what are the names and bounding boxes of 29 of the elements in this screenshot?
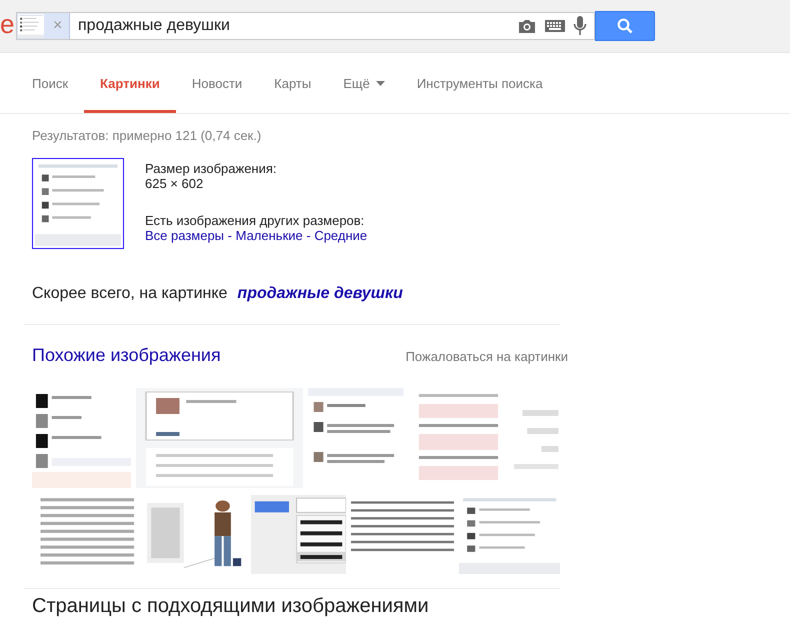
separator: - [305,228,312,243]
logo-fragment: e [0,8,16,40]
similar-images-link[interactable]: Похожие изображения [32,345,221,366]
search-icon [617,18,633,34]
report-link[interactable]: Пожаловаться на картинки [406,349,568,364]
image-chip[interactable]: × [17,13,70,39]
tab[interactable]: Карты [258,53,328,113]
search-button[interactable] [595,11,655,41]
size-value: 625 × 602 [145,176,204,191]
camera-icon [517,18,537,34]
keyboard-icon [545,20,565,32]
size-label: Размер изображения: [145,161,278,176]
best-guess-label: Скорее всего, на картинке [32,285,228,303]
best-guess-link[interactable]: продажные девушки [237,285,403,303]
tab[interactable]: Картинки [84,53,176,113]
separator: - [226,228,233,243]
tab[interactable]: Инструменты поиска [400,53,559,113]
size-link[interactable]: Маленькие [236,228,303,243]
section-heading: Страницы с подходящими изображениями [32,595,430,618]
microphone-icon [573,15,587,37]
size-link[interactable]: Средние [314,228,368,243]
tab[interactable]: Новости [176,53,258,113]
other-sizes-label: Есть изображения других размеров: [145,213,366,228]
remove-button[interactable]: × [53,17,62,35]
search-field[interactable]: × продажные девушки [16,12,595,40]
tab[interactable]: Ещё [327,53,401,113]
tab[interactable]: Поиск [32,53,84,113]
size-link[interactable]: Все размеры [145,228,224,243]
result-stats: Результатов: примерно 121 (0,74 сек.) [32,128,262,144]
